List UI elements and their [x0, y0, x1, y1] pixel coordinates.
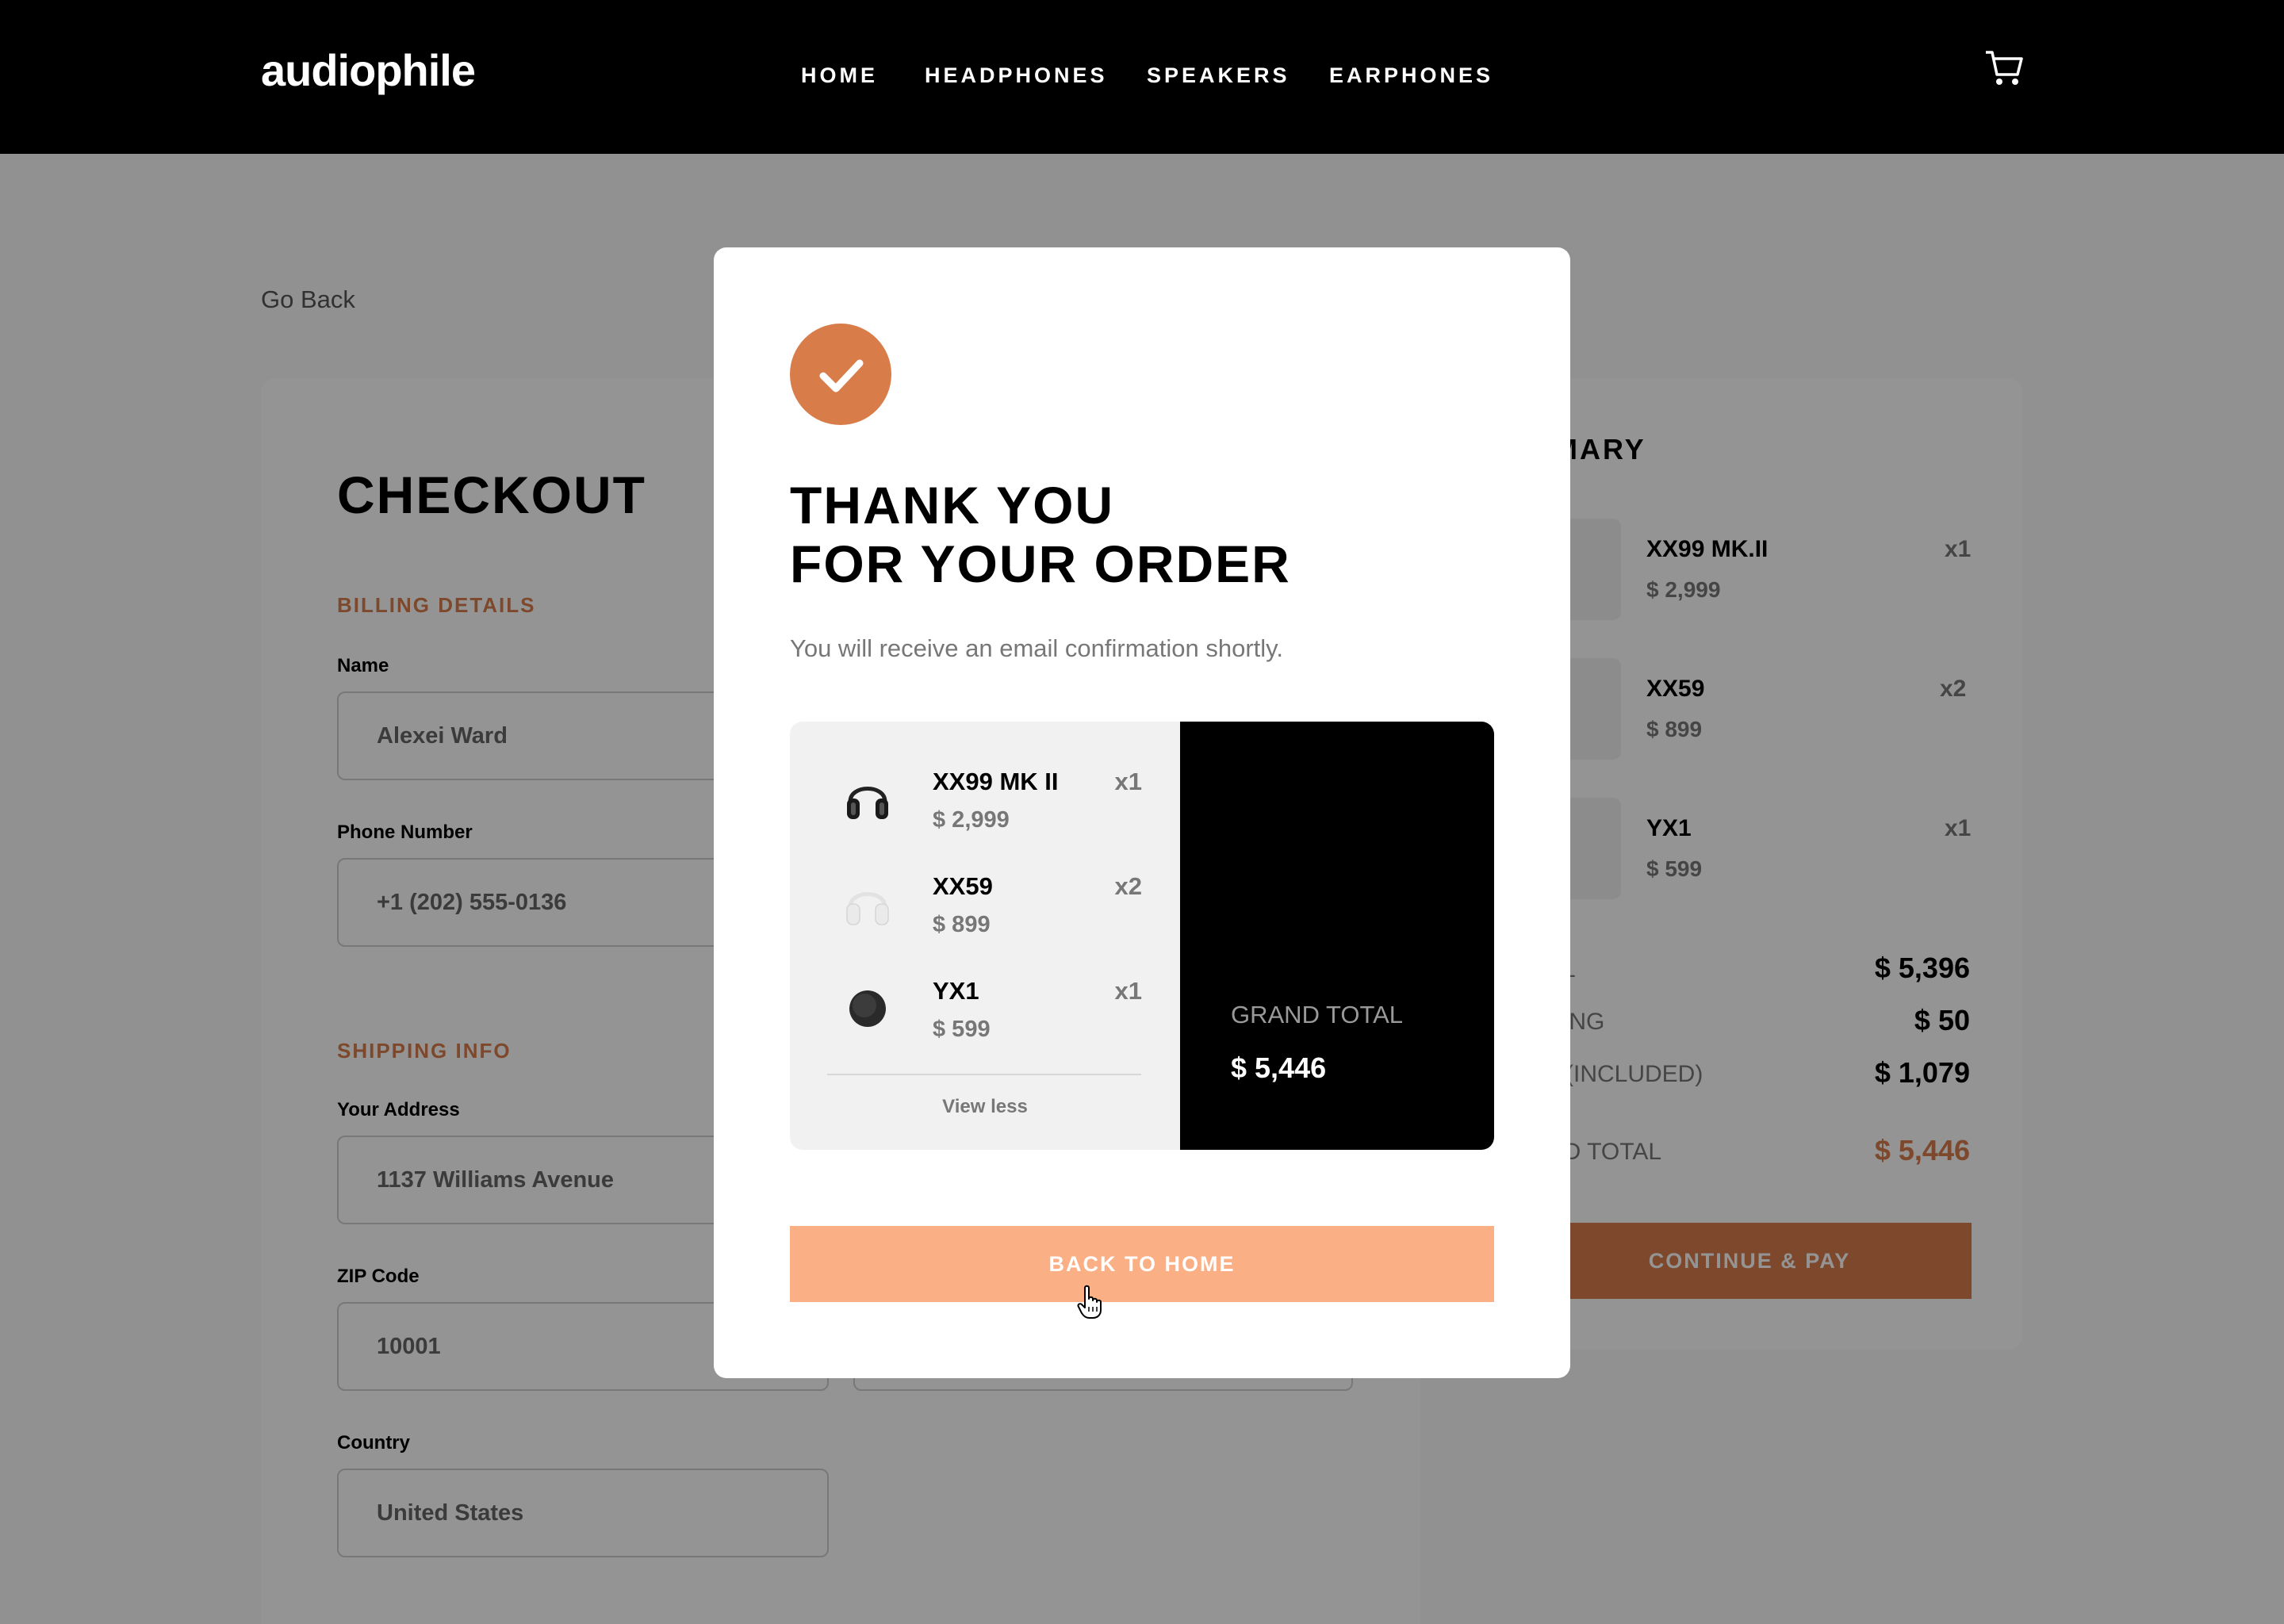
- grand-total-value: $ 5,446: [1231, 1051, 1327, 1084]
- headphones-white-icon: [846, 892, 889, 925]
- modal-item-price: $ 2,999: [933, 807, 1010, 833]
- modal-item-qty: x1: [1114, 977, 1142, 1005]
- modal-title-line-1: THANK YOU: [790, 476, 1115, 534]
- nav-home[interactable]: HOME: [801, 63, 878, 88]
- logo[interactable]: audiophile: [261, 44, 476, 96]
- view-less-toggle[interactable]: View less: [790, 1096, 1180, 1118]
- modal-item-name: YX1: [933, 977, 979, 1005]
- nav-headphones[interactable]: HEADPHONES: [925, 63, 1108, 88]
- nav-earphones[interactable]: EARPHONES: [1329, 63, 1493, 88]
- items-divider: [827, 1074, 1141, 1075]
- grand-total-label: GRAND TOTAL: [1231, 1001, 1404, 1028]
- modal-item-price: $ 599: [933, 1017, 991, 1042]
- modal-item-price: $ 899: [933, 912, 991, 937]
- modal-title: THANK YOU FOR YOUR ORDER: [790, 476, 1291, 593]
- earphone-icon: [849, 990, 886, 1027]
- headphones-black-icon: [847, 787, 888, 819]
- hand-cursor-icon: [1077, 1285, 1102, 1319]
- success-check-icon: [790, 324, 891, 425]
- modal-item-qty: x2: [1114, 872, 1142, 900]
- modal-item-name: XX59: [933, 872, 993, 900]
- modal-item-name: XX99 MK II: [933, 768, 1059, 795]
- site-header: audiophile HOME HEADPHONES SPEAKERS EARP…: [0, 0, 2284, 154]
- grand-total-panel: [1180, 722, 1494, 1150]
- modal-subtitle: You will receive an email confirmation s…: [790, 634, 1283, 662]
- nav-speakers[interactable]: SPEAKERS: [1147, 63, 1290, 88]
- modal-item-qty: x1: [1114, 768, 1142, 795]
- cart-icon[interactable]: [1984, 49, 2024, 87]
- modal-title-line-2: FOR YOUR ORDER: [790, 534, 1291, 593]
- back-to-home-button[interactable]: BACK TO HOME: [790, 1226, 1494, 1302]
